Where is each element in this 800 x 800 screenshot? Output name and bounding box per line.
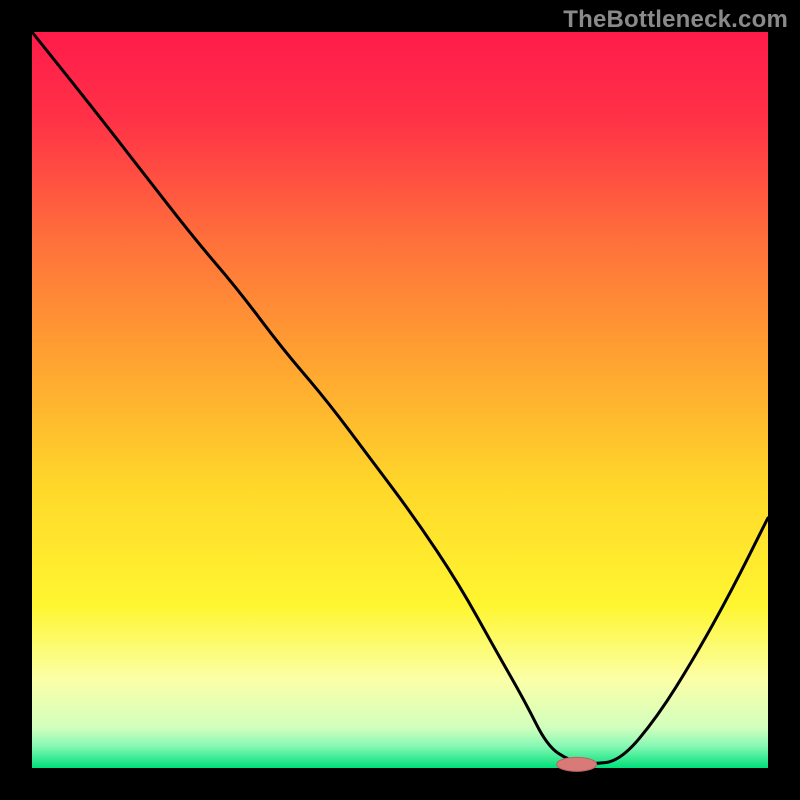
- chart-frame: TheBottleneck.com: [0, 0, 800, 800]
- watermark-text: TheBottleneck.com: [563, 6, 788, 34]
- chart-canvas: [0, 0, 800, 800]
- optimal-point: [557, 757, 597, 771]
- plot-background: [32, 32, 768, 768]
